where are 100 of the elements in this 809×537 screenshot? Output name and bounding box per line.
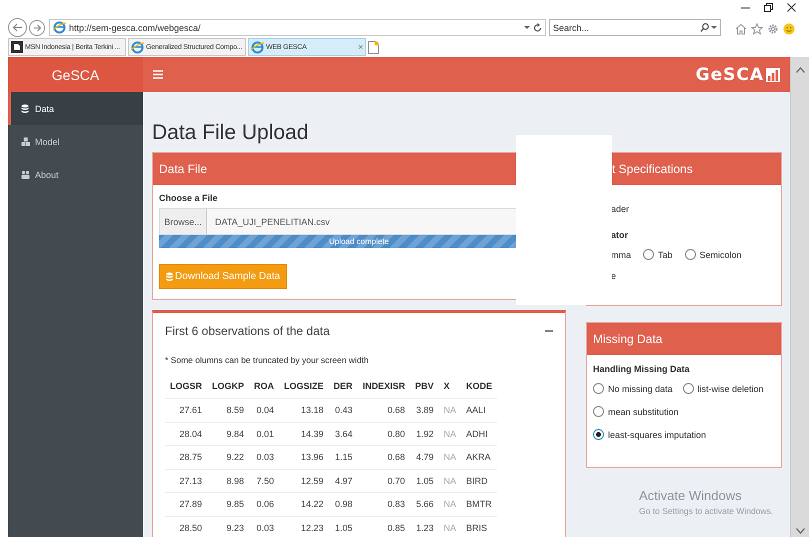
column-header: LOGKP (207, 375, 250, 398)
table-cell: AKRA (461, 446, 498, 469)
table-cell: NA (438, 516, 462, 537)
table-cell: ADHI (461, 422, 498, 446)
radio-button[interactable] (593, 429, 604, 440)
option-label: Tab (658, 250, 673, 260)
table-cell: 1.15 (328, 446, 358, 469)
field-label: Handling Missing Data (593, 364, 691, 374)
column-header: LOGSR (165, 375, 208, 398)
table-cell: 3.64 (328, 422, 358, 446)
option-label: No missing data (608, 384, 673, 394)
table-cell: 12.59 (279, 469, 329, 492)
back-button[interactable] (8, 18, 27, 37)
table-cell: NA (438, 422, 462, 446)
card-title: Missing Data (593, 332, 662, 346)
close-icon[interactable] (787, 3, 796, 12)
table-cell: NA (438, 398, 462, 422)
caret-up-icon[interactable] (796, 67, 804, 73)
table-cell: 0.03 (249, 516, 280, 537)
table-cell: 5.66 (410, 492, 439, 516)
option-label: Semicolon (700, 250, 742, 260)
sidebar-item[interactable]: Data (8, 92, 143, 125)
page-icon (11, 41, 23, 53)
table-cell: 13.18 (279, 398, 329, 422)
smiley-icon[interactable] (783, 23, 795, 35)
table-cell: 27.13 (165, 469, 208, 492)
caret-down-icon[interactable] (524, 25, 530, 30)
settings-icon[interactable] (767, 23, 779, 35)
table-cell: NA (438, 469, 462, 492)
table-cell: BIRD (461, 469, 498, 492)
scrollbar[interactable] (790, 57, 809, 537)
column-header: X (438, 375, 462, 398)
table-cell: 4.97 (328, 469, 358, 492)
table-cell: 1.05 (328, 516, 358, 537)
table-cell: 27.89 (165, 492, 208, 516)
table-cell: 0.06 (249, 492, 280, 516)
sidebar-item[interactable]: About (8, 158, 143, 191)
table-cell: 9.23 (207, 516, 250, 537)
table-cell: 3.89 (410, 398, 439, 422)
note-text: * Some olumns can be truncated by your screen width (164, 354, 370, 367)
table-cell: NA (438, 446, 462, 469)
table-cell: 0.70 (358, 469, 410, 492)
caret-down-icon[interactable] (711, 25, 717, 30)
table-cell: 0.83 (358, 492, 410, 516)
table-cell: 8.98 (207, 469, 250, 492)
radio-button[interactable] (643, 249, 654, 260)
caret-down-icon[interactable] (796, 528, 804, 534)
search-field[interactable]: Search... (549, 19, 721, 36)
globe-icon (131, 40, 144, 54)
table-cell: 0.03 (249, 446, 280, 469)
table-cell: 1.23 (410, 516, 439, 537)
activation-text: Go to Settings to activate Windows. (639, 506, 774, 516)
table-cell: BRIS (461, 516, 498, 537)
radio-button[interactable] (593, 406, 604, 417)
column-header: KODE (461, 375, 498, 398)
field-label: Choose a File (159, 193, 219, 203)
table-cell: 8.59 (207, 398, 250, 422)
card-title: t Specifications (612, 162, 693, 176)
table-cell: BMTR (461, 492, 498, 516)
page-title: Data File Upload (152, 121, 308, 144)
forward-button[interactable] (29, 20, 45, 36)
cubes-icon (21, 136, 30, 146)
table-cell: 28.04 (165, 422, 208, 446)
option-label: least-squares imputation (608, 430, 706, 440)
table-cell: 14.22 (279, 492, 329, 516)
database-icon (21, 104, 30, 114)
table-cell: 28.75 (165, 446, 208, 469)
star-icon[interactable] (751, 23, 763, 35)
table-cell: 0.80 (358, 422, 410, 446)
radio-button[interactable] (682, 383, 694, 394)
restore-icon[interactable] (764, 3, 773, 12)
users-icon (21, 170, 30, 180)
home-icon[interactable] (735, 23, 747, 35)
new-tab-icon[interactable] (368, 40, 379, 54)
logo-text: GeSCA (696, 64, 764, 84)
address-field[interactable]: http://sem-gesca.com/webgesca/ (49, 19, 546, 36)
menu-icon[interactable] (153, 70, 163, 79)
option-label: mean substitution (608, 406, 679, 416)
table-cell: 4.79 (410, 446, 439, 469)
card-title: Data File (159, 162, 208, 176)
option-label: ader (611, 204, 630, 214)
radio-button[interactable] (593, 383, 604, 394)
progress-text: Upload complete (328, 237, 390, 246)
radio-button[interactable] (684, 249, 696, 260)
card-title: First 6 observations of the data (165, 324, 330, 338)
table-cell: 12.23 (279, 516, 329, 537)
table-cell: 0.01 (249, 422, 280, 446)
refresh-icon[interactable] (533, 22, 542, 32)
table-cell: 1.92 (410, 422, 439, 446)
table-cell: 27.61 (165, 398, 208, 422)
table-cell: 13.96 (279, 446, 329, 469)
table-cell: 9.84 (207, 422, 250, 446)
globe-icon (53, 21, 66, 34)
sidebar-item[interactable]: Model (8, 125, 143, 158)
table-cell: NA (438, 492, 462, 516)
search-icon[interactable] (700, 23, 709, 32)
table-cell: 0.85 (358, 516, 410, 537)
table-cell: 9.85 (207, 492, 250, 516)
column-header: ROA (249, 375, 280, 398)
activation-title: Activate Windows (639, 488, 742, 503)
